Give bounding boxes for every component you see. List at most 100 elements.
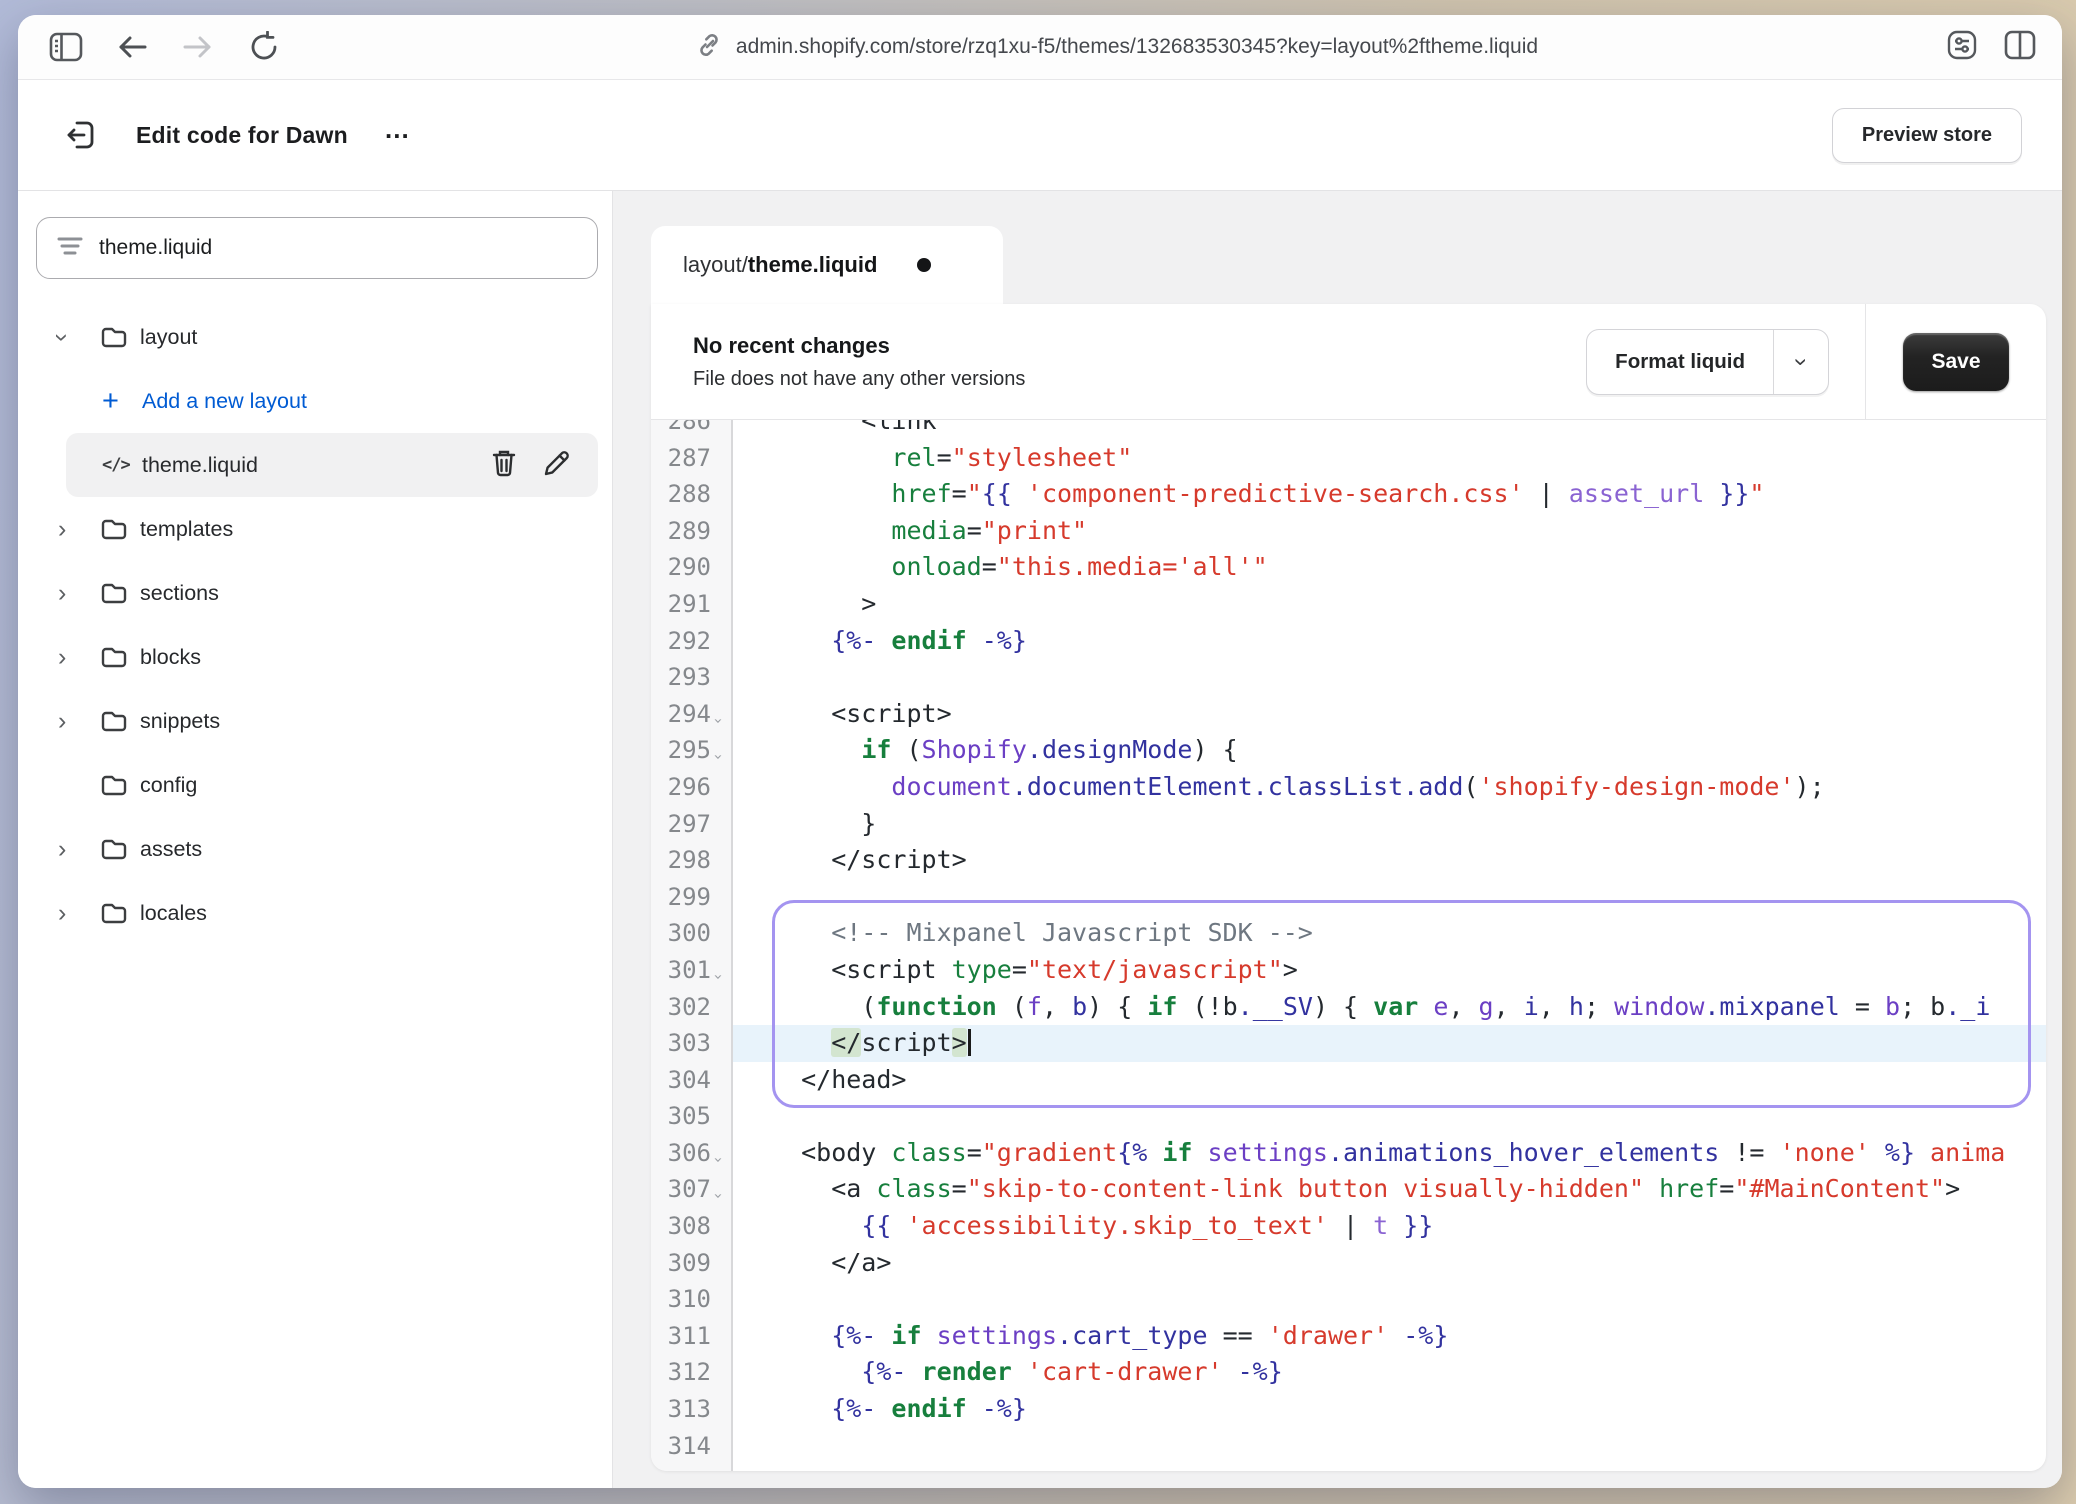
code-line-310[interactable] [733, 1281, 2046, 1318]
sidebar-item-sections[interactable]: › sections [36, 561, 598, 625]
chevron-right-icon[interactable]: › [58, 707, 100, 736]
sidebar-item-add-a-new-layout[interactable]: +Add a new layout [36, 369, 598, 433]
code-line-308[interactable]: {{ 'accessibility.skip_to_text' | t }} [733, 1208, 2046, 1245]
format-liquid-dropdown[interactable]: › [1774, 330, 1828, 394]
code-line-312[interactable]: {%- render 'cart-drawer' -%} [733, 1354, 2046, 1391]
code-line-295[interactable]: if (Shopify.designMode) { [733, 732, 2046, 769]
code-line-313[interactable]: {%- endif -%} [733, 1391, 2046, 1428]
code-line-306[interactable]: <body class="gradient{% if settings.anim… [733, 1135, 2046, 1172]
code-editor[interactable]: 286287288289290291292293294›295›29629729… [651, 420, 2046, 1471]
chevron-down-icon[interactable]: › [58, 323, 100, 352]
line-number: 296 [651, 769, 731, 806]
sidebar-item-snippets[interactable]: ›snippets [36, 689, 598, 753]
editor-card-header: No recent changes File does not have any… [651, 304, 2046, 420]
code-line-296[interactable]: document.documentElement.classList.add('… [733, 769, 2046, 806]
code-line-301[interactable]: <script type="text/javascript"> [733, 952, 2046, 989]
overflow-menu-button[interactable]: … [384, 124, 413, 146]
sidebar-item-theme-liquid[interactable]: </>theme.liquid [66, 433, 598, 497]
line-number[interactable]: 295› [651, 732, 731, 769]
code-line-304[interactable]: </head> [733, 1062, 2046, 1099]
line-number: 315 [651, 1464, 731, 1471]
sidebar-item-label: layout [140, 325, 197, 350]
code-line-303[interactable]: </script> [733, 1025, 2046, 1062]
code-line-293[interactable] [733, 659, 2046, 696]
line-number[interactable]: 306› [651, 1135, 731, 1172]
sidebar-item-label: templates [140, 517, 233, 542]
code-pane[interactable]: <link rel="stylesheet" href="{{ 'compone… [733, 420, 2046, 1471]
code-line-309[interactable]: </a> [733, 1245, 2046, 1282]
chevron-right-icon[interactable]: › [58, 515, 100, 544]
chevron-right-icon[interactable]: › [58, 643, 100, 672]
split-view-icon[interactable] [2004, 30, 2036, 65]
pencil-icon[interactable] [542, 448, 572, 483]
line-number[interactable]: 307› [651, 1171, 731, 1208]
code-line-288[interactable]: href="{{ 'component-predictive-search.cs… [733, 476, 2046, 513]
sidebar-item-config[interactable]: config [36, 753, 598, 817]
line-number: 302 [651, 989, 731, 1026]
line-number: 292 [651, 623, 731, 660]
line-number: 288 [651, 476, 731, 513]
filter-icon [57, 235, 83, 262]
page-settings-icon[interactable] [1946, 29, 1978, 66]
sidebar-toggle-icon[interactable] [44, 25, 88, 69]
reload-icon[interactable] [242, 25, 286, 69]
line-number: 308 [651, 1208, 731, 1245]
code-line-289[interactable]: media="print" [733, 513, 2046, 550]
code-line-291[interactable]: > [733, 586, 2046, 623]
file-search-value: theme.liquid [99, 236, 212, 260]
exit-icon[interactable] [58, 112, 104, 158]
code-line-297[interactable]: } [733, 806, 2046, 843]
chevron-right-icon[interactable]: › [58, 899, 100, 928]
folder-icon [100, 517, 140, 541]
line-number: 309 [651, 1245, 731, 1282]
folder-icon [100, 645, 140, 669]
line-number-gutter: 286287288289290291292293294›295›29629729… [651, 420, 733, 1471]
code-line-305[interactable] [733, 1098, 2046, 1135]
line-number: 287 [651, 440, 731, 477]
trash-icon[interactable] [490, 448, 518, 483]
sidebar-item-locales[interactable]: ›locales [36, 881, 598, 945]
chevron-right-icon[interactable]: › [58, 835, 100, 864]
sidebar-item-templates[interactable]: › templates [36, 497, 598, 561]
editor-card: No recent changes File does not have any… [651, 304, 2046, 1471]
code-line-294[interactable]: <script> [733, 696, 2046, 733]
code-line-290[interactable]: onload="this.media='all'" [733, 549, 2046, 586]
file-search-input[interactable]: theme.liquid [36, 217, 598, 279]
sidebar-item-label: blocks [140, 645, 201, 670]
tab-theme-liquid[interactable]: layout/theme.liquid [651, 226, 1003, 304]
code-line-286[interactable]: <link [733, 420, 2046, 440]
save-button[interactable]: Save [1903, 333, 2009, 391]
sidebar-item-layout[interactable]: › layout [36, 305, 598, 369]
sidebar-item-label: sections [140, 581, 219, 606]
page-header: Edit code for Dawn … Preview store [18, 80, 2062, 191]
sidebar-item-blocks[interactable]: › blocks [36, 625, 598, 689]
chevron-right-icon[interactable]: › [58, 579, 100, 608]
code-line-302[interactable]: (function (f, b) { if (!b.__SV) { var e,… [733, 989, 2046, 1026]
chevron-down-icon: › [1787, 358, 1815, 366]
code-line-300[interactable]: <!-- Mixpanel Javascript SDK --> [733, 915, 2046, 952]
code-line-299[interactable] [733, 879, 2046, 916]
line-number: 311 [651, 1318, 731, 1355]
code-line-311[interactable]: {%- if settings.cart_type == 'drawer' -%… [733, 1318, 2046, 1355]
line-number: 289 [651, 513, 731, 550]
code-line-287[interactable]: rel="stylesheet" [733, 440, 2046, 477]
code-line-314[interactable] [733, 1428, 2046, 1465]
line-number: 313 [651, 1391, 731, 1428]
format-liquid-button[interactable]: Format liquid [1587, 330, 1774, 394]
line-number[interactable]: 301› [651, 952, 731, 989]
line-number: 297 [651, 806, 731, 843]
code-line-298[interactable]: </script> [733, 842, 2046, 879]
folder-icon [100, 325, 140, 349]
folder-icon [100, 773, 140, 797]
line-number: 300 [651, 915, 731, 952]
sidebar-item-assets[interactable]: ›assets [36, 817, 598, 881]
fold-chevron-icon: › [700, 967, 733, 981]
line-number[interactable]: 294› [651, 696, 731, 733]
address-bar[interactable]: admin.shopify.com/store/rzq1xu-f5/themes… [308, 32, 1926, 63]
preview-store-button[interactable]: Preview store [1832, 108, 2022, 163]
code-line-307[interactable]: <a class="skip-to-content-link button vi… [733, 1171, 2046, 1208]
code-line-292[interactable]: {%- endif -%} [733, 623, 2046, 660]
code-line-315[interactable]: {{ content_for_header }} [733, 1464, 2046, 1471]
back-icon[interactable] [110, 25, 154, 69]
forward-icon[interactable] [176, 25, 220, 69]
